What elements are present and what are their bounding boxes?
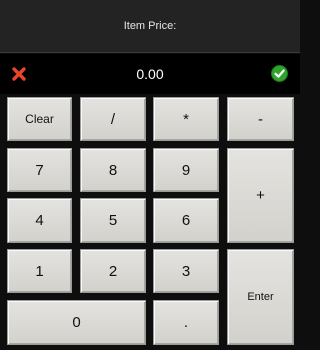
digit-3-button[interactable]: 3 <box>153 249 219 293</box>
enter-button[interactable]: Enter <box>227 249 294 345</box>
minus-button[interactable]: - <box>227 97 294 141</box>
dialog-title: Item Price: <box>123 20 177 32</box>
digit-0-button[interactable]: 0 <box>7 300 146 345</box>
digit-4-button[interactable]: 4 <box>7 198 72 243</box>
decimal-point-button[interactable]: . <box>153 300 219 345</box>
price-display: 0.00 <box>0 54 300 94</box>
digit-1-button[interactable]: 1 <box>7 249 72 293</box>
digit-9-button[interactable]: 9 <box>153 148 219 192</box>
digit-5-button[interactable]: 5 <box>80 198 146 243</box>
digit-7-button[interactable]: 7 <box>7 148 72 192</box>
keypad: Clear / * - 7 8 9 + 4 5 6 1 2 3 Enter 0 … <box>0 94 300 350</box>
clear-button[interactable]: Clear <box>7 97 72 141</box>
title-bar: Item Price: <box>0 0 300 53</box>
multiply-button[interactable]: * <box>153 97 219 141</box>
cancel-x-icon[interactable] <box>11 66 27 82</box>
divide-button[interactable]: / <box>80 97 146 141</box>
digit-8-button[interactable]: 8 <box>80 148 146 192</box>
accept-check-icon[interactable] <box>271 65 288 82</box>
display-value: 0.00 <box>136 66 164 82</box>
digit-2-button[interactable]: 2 <box>80 249 146 293</box>
digit-6-button[interactable]: 6 <box>153 198 219 243</box>
plus-button[interactable]: + <box>227 148 294 243</box>
